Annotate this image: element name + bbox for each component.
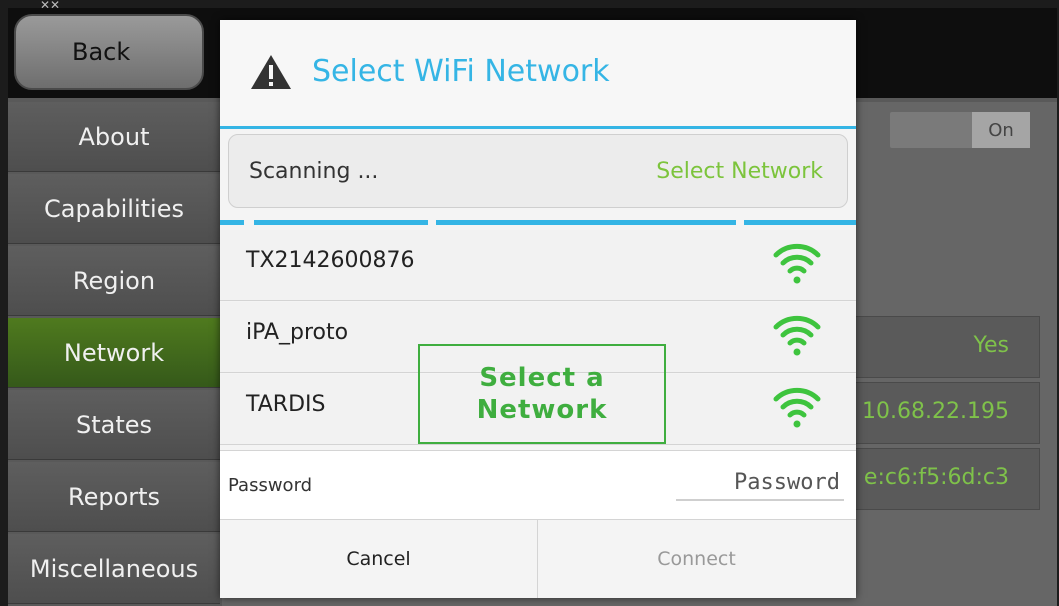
password-row: Password: [220, 450, 856, 520]
sidebar-item-miscellaneous[interactable]: Miscellaneous: [8, 534, 220, 604]
scan-progress-bar: [220, 220, 856, 228]
toggle-on-label: On: [972, 112, 1030, 148]
sidebar-item-states[interactable]: States: [8, 390, 220, 460]
annotation-line-2: Network: [476, 395, 608, 425]
sidebar-item-reports[interactable]: Reports: [8, 462, 220, 532]
sidebar-item-network[interactable]: Network: [8, 318, 220, 388]
sidebar-item-about[interactable]: About: [8, 102, 220, 172]
sidebar: About Capabilities Region Network States…: [8, 102, 220, 606]
annotation-callout: Select a Network: [418, 344, 666, 444]
dialog-title: Select WiFi Network: [312, 54, 610, 89]
network-name: iPA_proto: [246, 320, 349, 345]
network-name: TX2142600876: [246, 248, 415, 273]
select-network-link[interactable]: Select Network: [656, 159, 823, 184]
back-button[interactable]: Back: [14, 14, 204, 90]
dialog-header: Select WiFi Network: [220, 20, 856, 129]
scan-status: Scanning ...: [249, 159, 379, 184]
dialog-buttons: Cancel Connect: [220, 520, 856, 598]
network-name: TARDIS: [246, 392, 326, 417]
sidebar-item-region[interactable]: Region: [8, 246, 220, 316]
password-input[interactable]: [676, 465, 844, 501]
background-value: 10.68.22.195: [862, 399, 1009, 424]
select-wifi-dialog: Select WiFi Network Scanning ... Select …: [220, 20, 856, 598]
scan-status-box: Scanning ... Select Network: [228, 134, 848, 208]
background-value: Yes: [973, 333, 1009, 358]
background-value: e:c6:f5:6d:c3: [863, 465, 1009, 490]
connect-button[interactable]: Connect: [538, 520, 855, 598]
cancel-button[interactable]: Cancel: [220, 520, 538, 598]
wifi-full-icon: [773, 243, 821, 284]
wifi-full-icon: [773, 315, 821, 356]
on-toggle[interactable]: On: [890, 112, 1030, 148]
wifi-full-icon: [773, 387, 821, 428]
password-label: Password: [228, 475, 313, 496]
network-row[interactable]: TX2142600876: [220, 230, 856, 301]
warning-icon: [251, 55, 291, 89]
annotation-line-1: Select a: [479, 362, 605, 393]
sidebar-item-capabilities[interactable]: Capabilities: [8, 174, 220, 244]
